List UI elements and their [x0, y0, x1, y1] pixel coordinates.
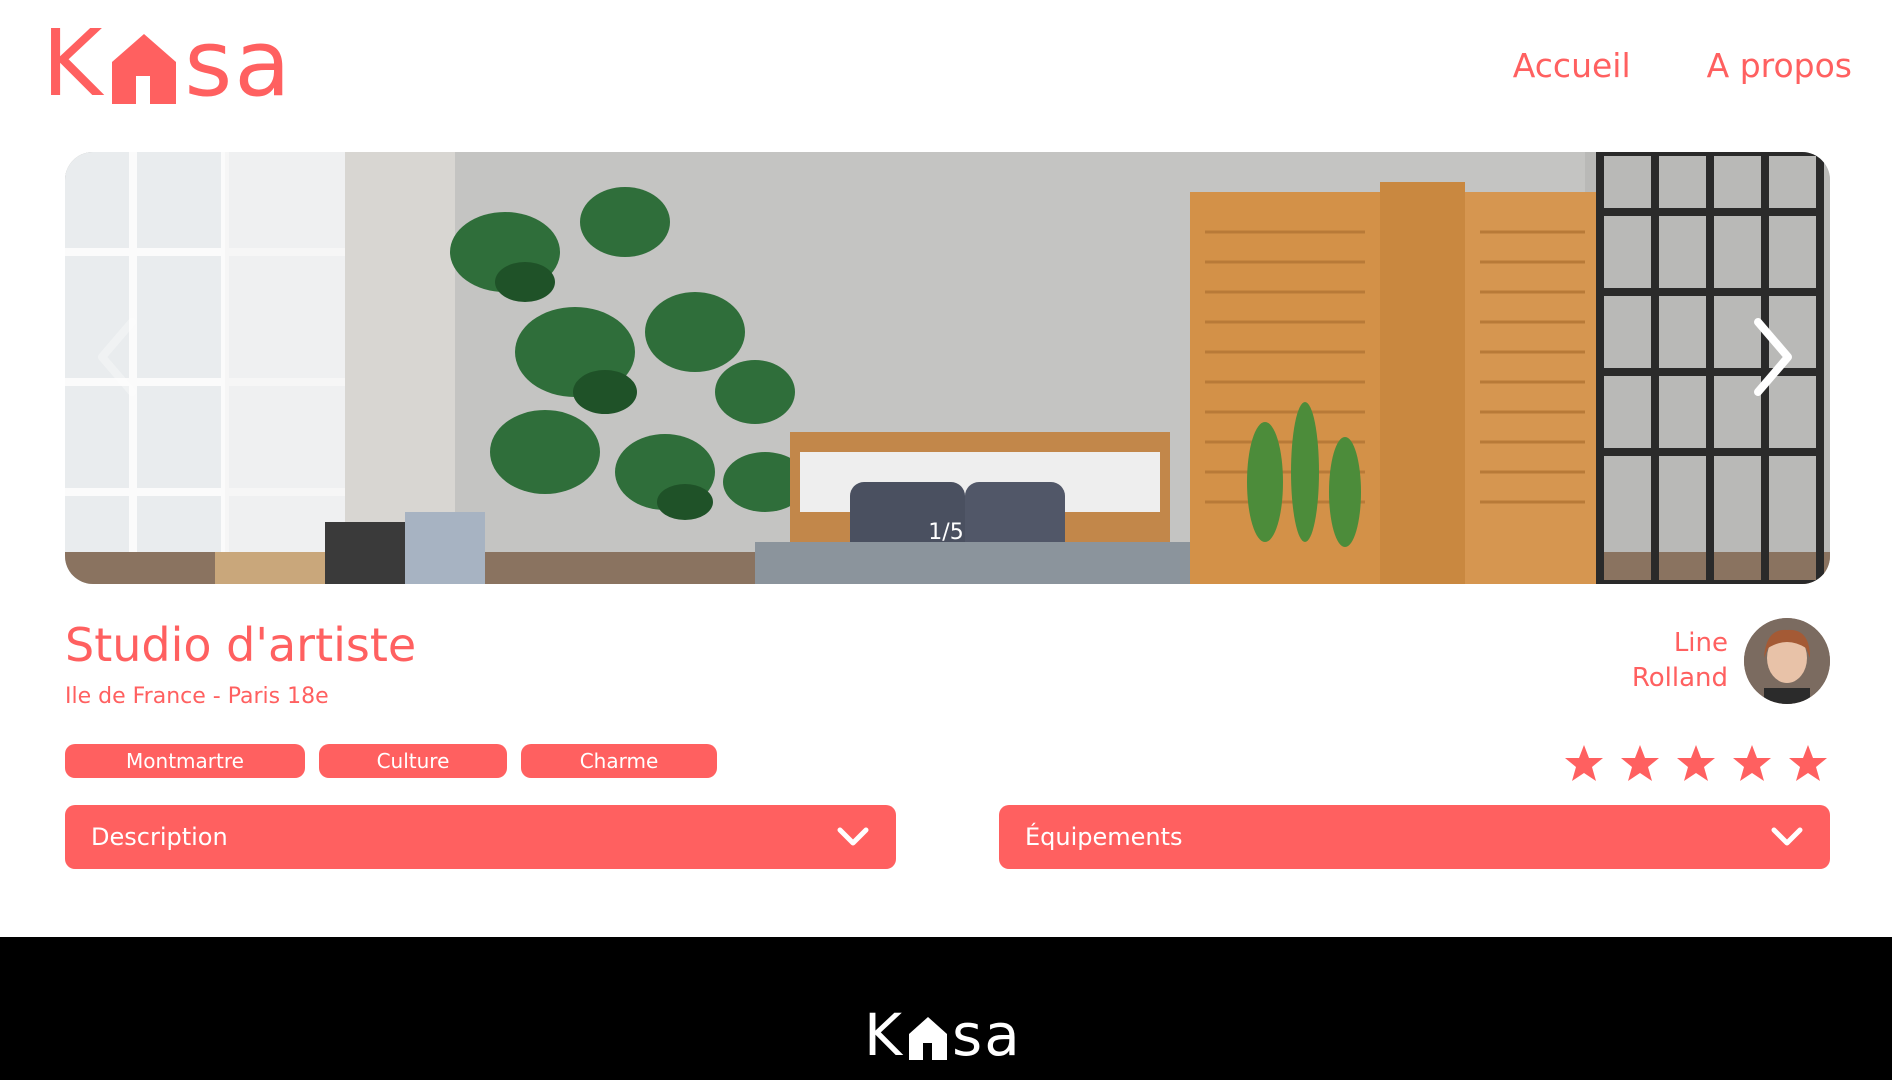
- host-name: Line Rolland: [1588, 626, 1728, 696]
- footer-logo-letters-sa: sa: [952, 1001, 1022, 1069]
- chevron-down-icon[interactable]: [1770, 826, 1804, 848]
- tag-montmartre: Montmartre: [65, 744, 305, 778]
- header: K sa Accueil A propos: [0, 0, 1892, 140]
- chevron-right-icon[interactable]: [1742, 312, 1802, 402]
- nav-link-accueil[interactable]: Accueil: [1513, 46, 1631, 85]
- star-icon: [1789, 745, 1827, 781]
- tag-list: Montmartre Culture Charme: [65, 744, 717, 778]
- equipements-collapse-label: Équipements: [1025, 823, 1183, 851]
- chevron-left-icon[interactable]: [88, 312, 148, 402]
- rating-stars: [1564, 744, 1828, 782]
- host-card: Line Rolland: [1588, 618, 1830, 704]
- star-icon: [1621, 745, 1659, 781]
- listing-location: Ile de France - Paris 18e: [65, 684, 329, 709]
- house-icon: [112, 34, 177, 104]
- footer-logo-letter-k: K: [864, 1001, 905, 1069]
- nav-link-a-propos[interactable]: A propos: [1707, 46, 1852, 85]
- logo-letter-k: K: [42, 10, 105, 117]
- description-collapse[interactable]: Description: [65, 805, 896, 869]
- star-icon: [1565, 745, 1603, 781]
- star-icon: [1677, 745, 1715, 781]
- kasa-logo[interactable]: K sa: [42, 16, 293, 112]
- carousel-counter: 1/5: [928, 520, 964, 545]
- listing-title: Studio d'artiste: [65, 618, 417, 672]
- host-last-name: Rolland: [1631, 663, 1728, 693]
- footer-logo: K sa: [864, 1006, 1022, 1064]
- description-collapse-label: Description: [91, 823, 228, 851]
- house-icon: [909, 1017, 948, 1060]
- tag-charme: Charme: [521, 744, 717, 778]
- host-first-name: Line: [1673, 628, 1728, 658]
- tag-culture: Culture: [319, 744, 507, 778]
- logo-letters-sa: sa: [184, 10, 293, 117]
- star-icon: [1733, 745, 1771, 781]
- main-nav: Accueil A propos: [1513, 46, 1852, 85]
- chevron-down-icon[interactable]: [836, 826, 870, 848]
- host-avatar: [1744, 618, 1830, 704]
- equipements-collapse[interactable]: Équipements: [999, 805, 1830, 869]
